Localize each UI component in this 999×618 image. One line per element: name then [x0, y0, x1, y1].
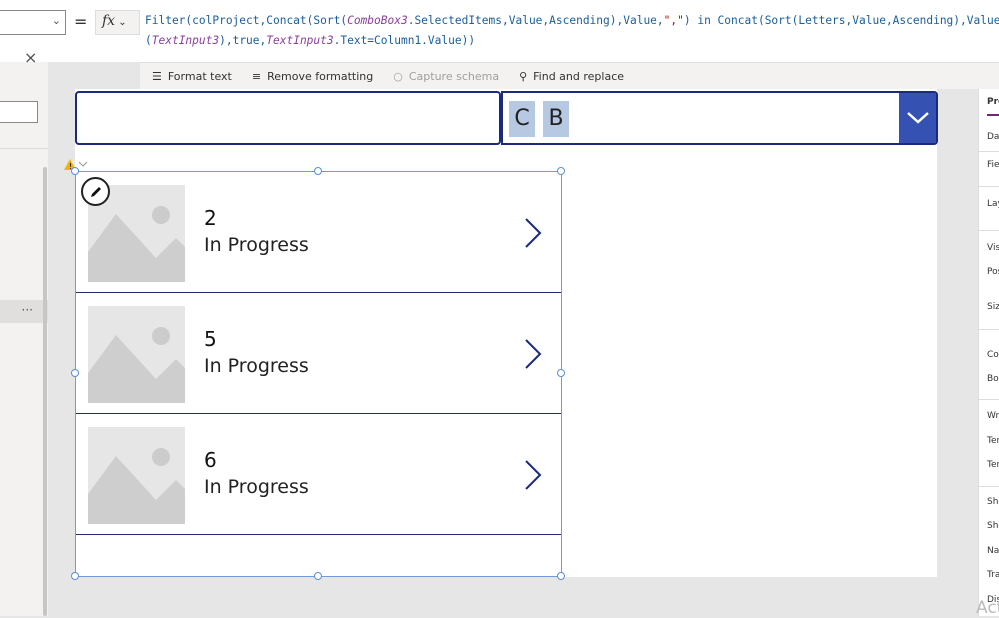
chevron-right-icon[interactable]	[523, 338, 543, 370]
format-text-label: Format text	[167, 69, 232, 83]
remove-formatting-label: Remove formatting	[267, 69, 374, 83]
more-options-icon[interactable]: ···	[22, 303, 33, 317]
fx-label: fx	[102, 13, 116, 29]
divider	[979, 186, 999, 187]
item-title: 5	[204, 327, 217, 351]
search-icon: ⚲	[519, 69, 528, 83]
format-text-button[interactable]: ☰ Format text	[152, 70, 232, 83]
formula-token: (	[145, 34, 152, 47]
gallery-item[interactable]: 5 In Progress	[76, 293, 561, 414]
property-dropdown[interactable]: ⌄	[0, 10, 66, 35]
item-status: In Progress	[204, 476, 309, 498]
property-label: Dat	[987, 132, 999, 142]
formula-input[interactable]: Filter(colProject,Concat(Sort(ComboBox3.…	[145, 11, 999, 51]
divider	[0, 148, 48, 149]
formula-toolbar: ☰ Format text ≡ Remove formatting ○ Capture…	[140, 62, 999, 89]
property-label: Vis	[987, 243, 999, 253]
chevron-right-icon[interactable]	[523, 459, 543, 491]
property-label: Sho	[987, 497, 999, 507]
properties-tab[interactable]: Prop	[987, 97, 999, 107]
resize-handle[interactable]	[71, 572, 79, 580]
property-label: Wr	[987, 411, 999, 421]
find-replace-button[interactable]: ⚲ Find and replace	[519, 70, 624, 83]
image-placeholder-icon	[88, 306, 185, 403]
item-status: In Progress	[204, 234, 309, 256]
watermark-text: Act	[976, 598, 999, 618]
formula-token: ),true,	[219, 34, 267, 47]
formula-token: ","	[663, 14, 684, 27]
gallery-item[interactable]: 2 In Progress	[76, 172, 561, 293]
resize-handle[interactable]	[557, 167, 565, 175]
formula-line-2: (TextInput3),true,TextInput3.Text=Column…	[145, 31, 999, 51]
divider	[979, 230, 999, 231]
format-text-icon: ☰	[152, 69, 162, 83]
find-replace-label: Find and replace	[533, 69, 625, 83]
scrollbar[interactable]	[43, 167, 47, 616]
property-label: Ter	[987, 436, 999, 446]
property-label: Bor	[987, 374, 999, 384]
item-title: 2	[204, 206, 217, 230]
formula-line-1: Filter(colProject,Concat(Sort(ComboBox3.…	[145, 11, 999, 31]
edit-pencil-button[interactable]	[81, 177, 110, 206]
chevron-down-icon	[906, 112, 929, 124]
formula-token: TextInput3	[266, 34, 334, 47]
property-label: Col	[987, 350, 999, 360]
property-label: Sho	[987, 521, 999, 531]
equals-sign: =	[74, 12, 88, 31]
property-label: Ter	[987, 460, 999, 470]
search-input[interactable]	[0, 101, 38, 123]
text-input[interactable]	[75, 91, 501, 145]
chevron-right-icon[interactable]	[523, 217, 543, 249]
resize-handle[interactable]	[314, 572, 322, 580]
item-title: 6	[204, 448, 217, 472]
divider	[979, 329, 999, 330]
gallery-item[interactable]: 6 In Progress	[76, 414, 561, 535]
resize-handle[interactable]	[557, 369, 565, 377]
property-label: Pos	[987, 267, 999, 277]
property-label: Tra	[987, 570, 999, 580]
left-panel	[0, 62, 48, 616]
selected-chip[interactable]: C	[509, 101, 535, 137]
resize-handle[interactable]	[314, 167, 322, 175]
formula-token: ComboBox3	[347, 14, 408, 27]
gallery[interactable]: 2 In Progress 5 In Progress 6 In Progres…	[71, 167, 565, 580]
item-status: In Progress	[204, 355, 309, 377]
formula-token: ) in Concat(Sort(Letters,Value,Ascending…	[683, 14, 999, 27]
chevron-down-icon: ⌄	[115, 17, 127, 28]
capture-schema-label: Capture schema	[408, 69, 500, 83]
resize-handle[interactable]	[71, 369, 79, 377]
combo-expand-button[interactable]	[899, 93, 936, 143]
property-label: Lay	[987, 199, 999, 209]
image-placeholder-icon	[88, 427, 185, 524]
selected-chip[interactable]: B	[543, 101, 569, 137]
capture-schema-button[interactable]: ○ Capture schema	[393, 70, 499, 83]
property-label: Fie	[987, 160, 999, 170]
tree-item-selected[interactable]: ···	[0, 300, 48, 323]
combo-box[interactable]: C B	[501, 91, 938, 145]
property-label: Siz	[987, 302, 999, 312]
properties-panel: Prop Dat Fie Lay Vis Pos Siz Col Bor Wr Ter Ter Sho…	[978, 89, 999, 616]
divider	[979, 399, 999, 400]
close-icon[interactable]: ×	[24, 48, 37, 67]
divider	[979, 486, 999, 487]
divider	[979, 151, 999, 152]
resize-handle[interactable]	[71, 167, 79, 175]
chevron-down-icon: ⌄	[51, 14, 61, 27]
circle-icon: ○	[393, 69, 403, 83]
formula-token: .SelectedItems,Value,Ascending),Value,	[407, 14, 664, 27]
fx-button[interactable]: fx ⌄	[95, 10, 140, 35]
resize-handle[interactable]	[557, 572, 565, 580]
formula-token: Filter(colProject,Concat(Sort(	[145, 14, 348, 27]
remove-formatting-icon: ≡	[251, 69, 262, 83]
property-label: Nav	[987, 546, 999, 556]
remove-formatting-button[interactable]: ≡ Remove formatting	[252, 70, 373, 83]
formula-token: .Text=Column1.Value))	[333, 34, 476, 47]
pencil-icon	[90, 186, 101, 197]
formula-token: TextInput3	[151, 34, 220, 47]
tab-underline	[987, 114, 999, 116]
